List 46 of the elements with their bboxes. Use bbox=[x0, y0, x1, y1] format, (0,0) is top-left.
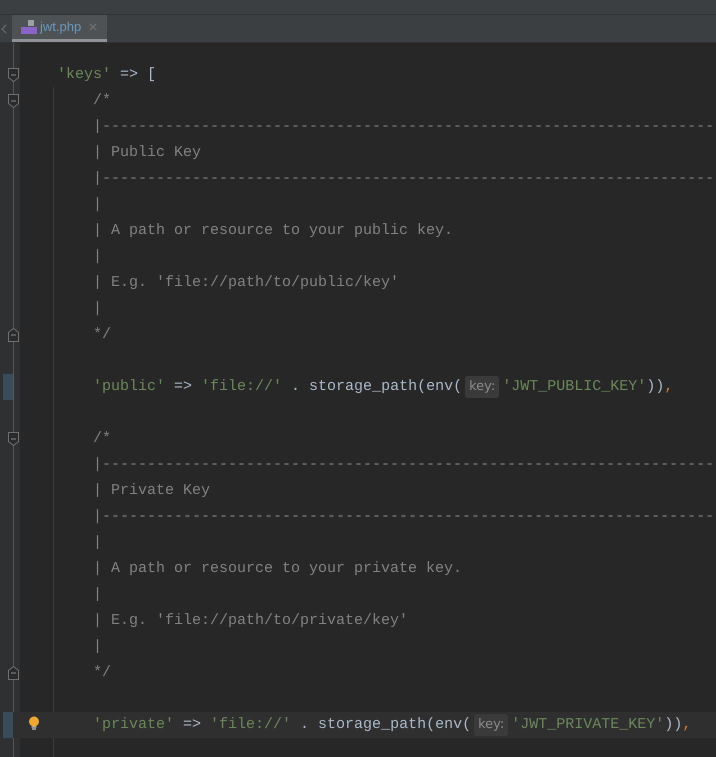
code-comment: |-------------------------------------------------------------------- bbox=[93, 116, 714, 137]
parameter-hint: key: bbox=[465, 376, 500, 398]
code-token: , bbox=[682, 714, 692, 735]
code-comment: | A path or resource to your public key. bbox=[93, 220, 454, 241]
code-comment: | A path or resource to your private key. bbox=[93, 558, 462, 579]
code-token: 'JWT_PRIVATE_KEY' bbox=[511, 714, 664, 735]
parameter-hint: key: bbox=[474, 714, 508, 736]
fold-icon[interactable] bbox=[8, 68, 19, 82]
lightbulb-icon[interactable] bbox=[28, 716, 40, 730]
change-marker[interactable] bbox=[3, 712, 13, 738]
code-comment: |-------------------------------------------------------------------- bbox=[93, 168, 714, 189]
code-comment: | bbox=[93, 194, 102, 215]
change-marker[interactable] bbox=[3, 374, 13, 400]
code-token: . storage_path(env( bbox=[290, 376, 462, 397]
code-comment: /* bbox=[93, 428, 112, 449]
code-comment: | bbox=[93, 636, 102, 657]
code-token: 'private' bbox=[93, 714, 174, 735]
code-comment: | bbox=[93, 246, 102, 267]
code-comment: | Private Key bbox=[93, 480, 210, 501]
code-token: )) bbox=[646, 376, 664, 397]
code-token: )) bbox=[664, 714, 682, 735]
code-token: 'keys' bbox=[57, 64, 112, 85]
code-token: 'public' bbox=[93, 376, 166, 397]
code-comment: | E.g. 'file://path/to/private/key' bbox=[93, 610, 408, 631]
code-token: 'file://' bbox=[201, 376, 282, 397]
code-comment: /* bbox=[93, 90, 112, 111]
code-comment: | bbox=[93, 584, 102, 605]
code-comment: */ bbox=[93, 324, 112, 345]
code-comment: | E.g. 'file://path/to/public/key' bbox=[93, 272, 400, 293]
code-comment: | bbox=[93, 298, 102, 319]
code-token: . storage_path(env( bbox=[299, 714, 472, 735]
code-token: , bbox=[664, 376, 674, 397]
code-token: 'file://' bbox=[210, 714, 292, 735]
code-token: => [ bbox=[119, 64, 156, 85]
code-comment: | bbox=[93, 532, 102, 553]
file-tab[interactable]: jwt.php bbox=[12, 15, 108, 42]
code-comment: |-------------------------------------------------------------------- bbox=[93, 506, 714, 527]
code-comment: | Public Key bbox=[93, 142, 202, 163]
fold-icon[interactable] bbox=[8, 432, 19, 446]
code-token: => bbox=[173, 376, 194, 397]
code-comment: */ bbox=[93, 662, 112, 683]
php-file-icon bbox=[21, 20, 37, 34]
code-token: => bbox=[182, 714, 202, 735]
code-token: 'JWT_PUBLIC_KEY' bbox=[502, 376, 646, 397]
fold-icon[interactable] bbox=[8, 94, 19, 108]
code-comment: |-------------------------------------------------------------------- bbox=[93, 454, 714, 475]
